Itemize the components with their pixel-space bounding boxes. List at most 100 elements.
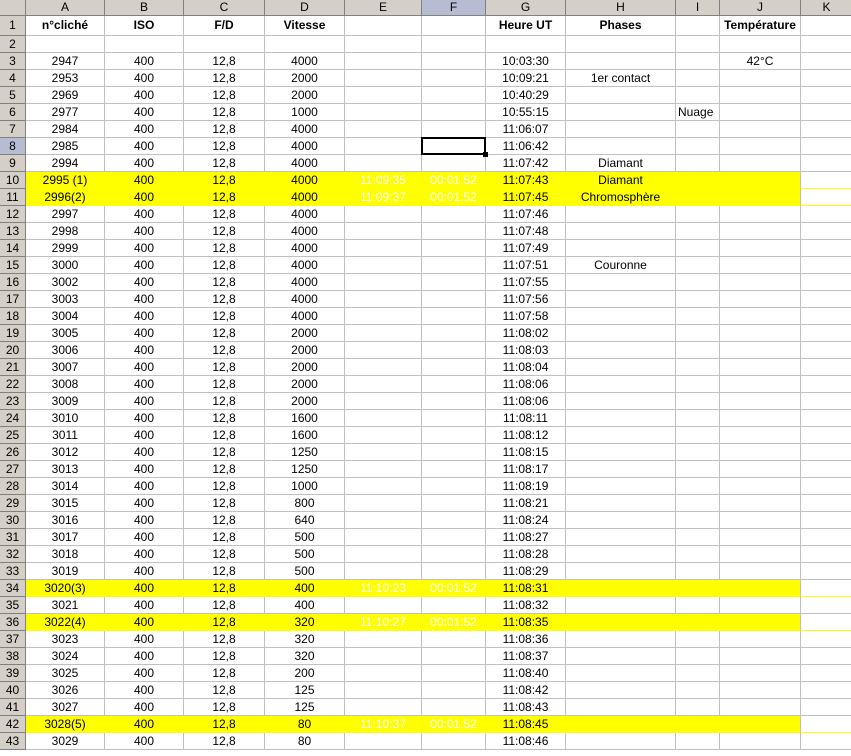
cell-i4[interactable] — [676, 70, 720, 87]
cell-e15[interactable] — [345, 257, 422, 274]
cell-g17[interactable]: 11:07:56 — [486, 291, 566, 308]
cell-f40[interactable] — [422, 682, 486, 699]
cell-j37[interactable] — [720, 631, 801, 648]
cell-j5[interactable] — [720, 87, 801, 104]
cell-a25[interactable]: 3011 — [26, 427, 105, 444]
cell-f22[interactable] — [422, 376, 486, 393]
row-header-24[interactable]: 24 — [0, 410, 26, 427]
cell-d34[interactable]: 400 — [265, 580, 345, 597]
cell-h34[interactable] — [566, 580, 676, 597]
cell-e14[interactable] — [345, 240, 422, 257]
cell-j8[interactable] — [720, 138, 801, 155]
cell-i7[interactable] — [676, 121, 720, 138]
cell-g18[interactable]: 11:07:58 — [486, 308, 566, 325]
row-header-5[interactable]: 5 — [0, 87, 26, 104]
cell-c3[interactable]: 12,8 — [184, 53, 265, 70]
cell-b40[interactable]: 400 — [105, 682, 184, 699]
cell-e8[interactable] — [345, 138, 422, 155]
cell-f32[interactable] — [422, 546, 486, 563]
cell-e23[interactable] — [345, 393, 422, 410]
cell-f42[interactable]: 00:01:52 — [422, 716, 486, 733]
cell-d15[interactable]: 4000 — [265, 257, 345, 274]
cell-k7[interactable] — [801, 121, 851, 138]
cell-e5[interactable] — [345, 87, 422, 104]
cell-i10[interactable] — [676, 172, 720, 189]
cell-b13[interactable]: 400 — [105, 223, 184, 240]
cell-g27[interactable]: 11:08:17 — [486, 461, 566, 478]
cell-d31[interactable]: 500 — [265, 529, 345, 546]
cell-d29[interactable]: 800 — [265, 495, 345, 512]
cell-a2[interactable] — [26, 36, 105, 53]
cell-k28[interactable] — [801, 478, 851, 495]
cell-h5[interactable] — [566, 87, 676, 104]
cell-h2[interactable] — [566, 36, 676, 53]
cell-b11[interactable]: 400 — [105, 189, 184, 206]
cell-d16[interactable]: 4000 — [265, 274, 345, 291]
cell-i26[interactable] — [676, 444, 720, 461]
cell-h26[interactable] — [566, 444, 676, 461]
cell-e43[interactable] — [345, 733, 422, 750]
cell-k22[interactable] — [801, 376, 851, 393]
cell-i29[interactable] — [676, 495, 720, 512]
cell-i6[interactable]: Nuage — [676, 104, 720, 121]
cell-j32[interactable] — [720, 546, 801, 563]
cell-b31[interactable]: 400 — [105, 529, 184, 546]
cell-b10[interactable]: 400 — [105, 172, 184, 189]
cell-g41[interactable]: 11:08:43 — [486, 699, 566, 716]
cell-h13[interactable] — [566, 223, 676, 240]
cell-i2[interactable] — [676, 36, 720, 53]
cell-a30[interactable]: 3016 — [26, 512, 105, 529]
cell-d11[interactable]: 4000 — [265, 189, 345, 206]
cell-k40[interactable] — [801, 682, 851, 699]
cell-e19[interactable] — [345, 325, 422, 342]
row-header-4[interactable]: 4 — [0, 70, 26, 87]
cell-e37[interactable] — [345, 631, 422, 648]
cell-d23[interactable]: 2000 — [265, 393, 345, 410]
row-header-6[interactable]: 6 — [0, 104, 26, 121]
cell-g9[interactable]: 11:07:42 — [486, 155, 566, 172]
cell-j1[interactable]: Température — [720, 16, 801, 36]
cell-j21[interactable] — [720, 359, 801, 376]
cell-g7[interactable]: 11:06:07 — [486, 121, 566, 138]
row-header-15[interactable]: 15 — [0, 257, 26, 274]
cell-d22[interactable]: 2000 — [265, 376, 345, 393]
cell-b6[interactable]: 400 — [105, 104, 184, 121]
cell-i18[interactable] — [676, 308, 720, 325]
cell-d18[interactable]: 4000 — [265, 308, 345, 325]
cell-d4[interactable]: 2000 — [265, 70, 345, 87]
cell-h18[interactable] — [566, 308, 676, 325]
row-header-40[interactable]: 40 — [0, 682, 26, 699]
cell-g6[interactable]: 10:55:15 — [486, 104, 566, 121]
cell-k41[interactable] — [801, 699, 851, 716]
cell-i33[interactable] — [676, 563, 720, 580]
cell-k29[interactable] — [801, 495, 851, 512]
cell-a3[interactable]: 2947 — [26, 53, 105, 70]
cell-f29[interactable] — [422, 495, 486, 512]
cell-j6[interactable] — [720, 104, 801, 121]
cell-c1[interactable]: F/D — [184, 16, 265, 36]
cell-b30[interactable]: 400 — [105, 512, 184, 529]
cell-h4[interactable]: 1er contact — [566, 70, 676, 87]
cell-d39[interactable]: 200 — [265, 665, 345, 682]
cell-f33[interactable] — [422, 563, 486, 580]
cell-g39[interactable]: 11:08:40 — [486, 665, 566, 682]
cell-f41[interactable] — [422, 699, 486, 716]
cell-b12[interactable]: 400 — [105, 206, 184, 223]
cell-i36[interactable] — [676, 614, 720, 631]
cell-h9[interactable]: Diamant — [566, 155, 676, 172]
cell-h12[interactable] — [566, 206, 676, 223]
cell-b19[interactable]: 400 — [105, 325, 184, 342]
cell-j14[interactable] — [720, 240, 801, 257]
cell-g23[interactable]: 11:08:06 — [486, 393, 566, 410]
cell-a20[interactable]: 3006 — [26, 342, 105, 359]
cell-j25[interactable] — [720, 427, 801, 444]
cell-d3[interactable]: 4000 — [265, 53, 345, 70]
cell-i24[interactable] — [676, 410, 720, 427]
cell-k18[interactable] — [801, 308, 851, 325]
cell-b37[interactable]: 400 — [105, 631, 184, 648]
cell-f31[interactable] — [422, 529, 486, 546]
cell-j18[interactable] — [720, 308, 801, 325]
cell-g11[interactable]: 11:07:45 — [486, 189, 566, 206]
cell-h6[interactable] — [566, 104, 676, 121]
cell-k38[interactable] — [801, 648, 851, 665]
